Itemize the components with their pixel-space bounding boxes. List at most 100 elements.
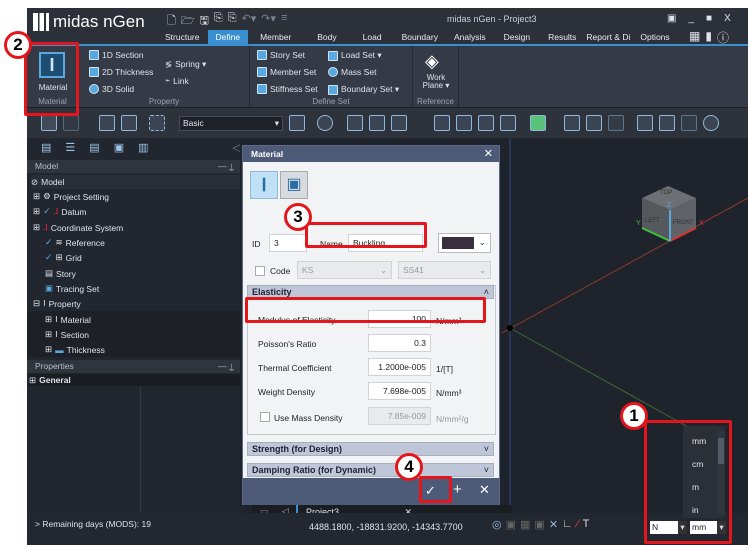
spring-button[interactable]: ≶ Spring ▾ bbox=[165, 59, 206, 70]
mass-set-button[interactable]: Mass Set bbox=[328, 67, 376, 77]
tree-item-material[interactable]: ⊞ Ⅰ Material bbox=[45, 314, 91, 325]
3d-solid-button[interactable]: 3D Solid bbox=[89, 84, 134, 94]
lock-icon[interactable] bbox=[41, 115, 57, 131]
tab-options[interactable]: Options bbox=[632, 30, 677, 44]
tree-item-project-setting[interactable]: ⊞ ⚙ Project Setting bbox=[33, 191, 109, 202]
filter-icon[interactable] bbox=[289, 115, 305, 131]
close-file-icon[interactable]: ⎘ bbox=[214, 12, 223, 31]
table-icon[interactable] bbox=[659, 115, 675, 131]
tree-item-datum[interactable]: ⊞ ✓ ⅃ Datum bbox=[33, 206, 86, 217]
open-icon[interactable]: 🗁 bbox=[181, 12, 195, 31]
steel-material-icon[interactable]: Ⅰ bbox=[250, 171, 278, 199]
tab-analysis[interactable]: Analysis bbox=[446, 30, 494, 44]
close-button[interactable]: X bbox=[724, 13, 731, 24]
app-logo[interactable]: midas nGen bbox=[33, 12, 145, 32]
tab-boundary[interactable]: Boundary bbox=[394, 30, 446, 44]
member-set-button[interactable]: Member Set bbox=[257, 67, 316, 77]
list-icon[interactable]: ☰ bbox=[65, 141, 75, 158]
id-field[interactable]: 3 bbox=[269, 234, 307, 252]
color-picker[interactable]: ⌄ bbox=[438, 233, 491, 253]
pointer-icon[interactable] bbox=[347, 115, 363, 131]
2d-thickness-button[interactable]: 2D Thickness bbox=[89, 67, 153, 77]
tab-member[interactable]: Member bbox=[248, 30, 303, 44]
boundary-set-button[interactable]: Boundary Set ▾ bbox=[328, 84, 399, 95]
gradient-icon[interactable]: ⁄ bbox=[577, 518, 579, 531]
expand-icon[interactable]: ⊞ bbox=[45, 344, 52, 355]
target-icon[interactable] bbox=[703, 115, 719, 131]
link-button[interactable]: ⌁ Link bbox=[165, 75, 189, 86]
work-plane-button[interactable]: Work Plane ▾ bbox=[413, 74, 459, 90]
tree-item-reference[interactable]: ✓ ≋ Reference bbox=[45, 237, 105, 248]
tree-item-tracing-set[interactable]: ▣ Tracing Set bbox=[45, 283, 99, 294]
mass-density-checkbox[interactable] bbox=[260, 412, 270, 422]
code-checkbox[interactable] bbox=[255, 266, 265, 276]
tab-report[interactable]: Report & Di bbox=[584, 30, 632, 44]
expand-icon[interactable]: ⊞ bbox=[45, 329, 52, 340]
monitor-icon[interactable]: ▣ bbox=[114, 141, 124, 158]
color-icon[interactable] bbox=[530, 115, 546, 131]
checkbox-icon[interactable]: ✓ bbox=[45, 252, 53, 263]
tab-results[interactable]: Results bbox=[540, 30, 584, 44]
pointer-alt-icon[interactable] bbox=[369, 115, 385, 131]
checkbox-icon[interactable]: ✓ bbox=[45, 237, 53, 248]
edit-icon[interactable] bbox=[478, 115, 494, 131]
zoom-icon[interactable] bbox=[317, 115, 333, 131]
view-rotate-icon[interactable] bbox=[121, 115, 137, 131]
close-all-icon[interactable]: ⎘ bbox=[228, 12, 237, 31]
table-icon[interactable]: ▥ bbox=[138, 141, 148, 158]
customize-icon[interactable]: ≡ bbox=[281, 12, 287, 31]
section-tool-icon[interactable] bbox=[434, 115, 450, 131]
cross-icon[interactable]: ✕ bbox=[549, 518, 558, 531]
expand-icon[interactable]: ⊞ bbox=[45, 314, 52, 325]
axis-icon[interactable] bbox=[586, 115, 602, 131]
tab-load[interactable]: Load bbox=[351, 30, 394, 44]
weight-field[interactable]: 7.698e-005 bbox=[368, 382, 431, 400]
properties-general[interactable]: ⊞ General bbox=[29, 374, 240, 386]
axis-alt-icon[interactable] bbox=[608, 115, 624, 131]
dialog-close-icon[interactable]: ✕ bbox=[484, 146, 493, 162]
tree-item-thickness[interactable]: ⊞ ▬ Thickness bbox=[45, 344, 105, 355]
pin-icon[interactable]: — ⍊ bbox=[218, 360, 234, 373]
tree-item-model[interactable]: ⊘ Model bbox=[31, 175, 240, 189]
mass-density-field[interactable]: 7.85e-009 bbox=[368, 407, 431, 425]
mode-select[interactable]: Basic ▾ bbox=[179, 116, 283, 131]
tab-body[interactable]: Body bbox=[303, 30, 350, 44]
thermal-field[interactable]: 1.2000e-005 bbox=[368, 358, 431, 376]
grid-snap-icon[interactable] bbox=[564, 115, 580, 131]
tab-structure[interactable]: Structure bbox=[157, 30, 208, 44]
t-icon[interactable]: T bbox=[583, 518, 590, 531]
damping-header[interactable]: Damping Ratio (for Dynamic) ˅ bbox=[247, 463, 494, 477]
new-file-icon[interactable]: 🗋 bbox=[167, 12, 176, 31]
tab-design[interactable]: Design bbox=[494, 30, 540, 44]
cancel-button[interactable]: ✕ bbox=[479, 482, 490, 498]
frame-icon[interactable] bbox=[500, 115, 516, 131]
redo-icon[interactable]: ↷▾ bbox=[261, 12, 276, 31]
unlock-icon[interactable] bbox=[63, 115, 79, 131]
code-select[interactable]: KS ⌄ bbox=[297, 261, 392, 279]
minimize-button[interactable]: _ bbox=[688, 13, 694, 24]
snap-node-icon[interactable]: ▣ bbox=[506, 518, 516, 531]
tab-define[interactable]: Define bbox=[207, 30, 249, 44]
grade-select[interactable]: SS41 ⌄ bbox=[398, 261, 491, 279]
snap-r-icon[interactable]: ▣ bbox=[534, 518, 544, 531]
stiffness-set-button[interactable]: Stiffness Set bbox=[257, 84, 318, 94]
ortho-icon[interactable]: ∟ bbox=[562, 518, 573, 531]
expand-icon[interactable]: ⊞ bbox=[33, 222, 40, 233]
checkbox-icon[interactable]: ✓ bbox=[43, 206, 51, 217]
layers-icon[interactable]: ▤ bbox=[89, 141, 99, 158]
tree-item-story[interactable]: ▤ Story bbox=[45, 268, 76, 279]
maximize-button[interactable]: ■ bbox=[706, 13, 712, 24]
back-icon[interactable] bbox=[391, 115, 407, 131]
xy-icon[interactable]: ▦ bbox=[520, 518, 530, 531]
model-tree-icon[interactable]: ▤ bbox=[41, 141, 51, 158]
pin-icon[interactable]: — ⍊ bbox=[218, 160, 234, 173]
tree-item-coordinate-system[interactable]: ⊞ ⅃ Coordinate System bbox=[33, 222, 123, 233]
save-icon[interactable]: 🖫 bbox=[200, 12, 209, 31]
solid-material-icon[interactable]: ▣ bbox=[280, 171, 308, 199]
select-box-icon[interactable] bbox=[149, 115, 165, 131]
add-button[interactable]: + bbox=[453, 481, 462, 498]
tree-item-property[interactable]: ⊟ Ⅰ Property bbox=[33, 298, 81, 309]
report-icon[interactable] bbox=[637, 115, 653, 131]
thickness-tool-icon[interactable] bbox=[456, 115, 472, 131]
undo-icon[interactable]: ↶▾ bbox=[242, 12, 257, 31]
